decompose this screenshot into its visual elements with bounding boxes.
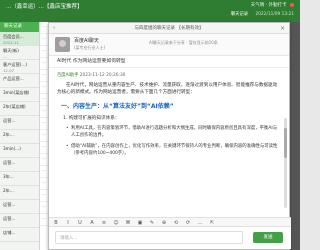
chat-record-modal: ‹ 与四度姐的聊天记录 【长期有效】 × 百度AI聊天 (某专业行业人士) AI…: [48, 22, 291, 250]
chat-subtitle: (某专业行业人士): [74, 45, 106, 50]
modal-title: 与四度姐的聊天记录 【长期有效】: [134, 26, 204, 31]
section-heading: 一、内容生产：从“算法友好”到“AI依赖”: [61, 103, 174, 110]
sidebar-item[interactable]: 百度会员... 2022-11: [0, 32, 39, 46]
toolbar-tool-icon[interactable]: U: [76, 219, 84, 227]
sidebar-item-sub: 2022-11: [3, 40, 19, 45]
toolbar-tool-icon[interactable]: ✎: [148, 219, 156, 227]
list-item: 借助“AI辅助”，在内容创作上，优化写作效率，在关键环节保持人的专业判断，确保内…: [66, 143, 281, 157]
sidebar-item-label: 2年...: [3, 132, 14, 137]
toolbar-tool-icon[interactable]: ⇱: [208, 219, 216, 227]
toolbar-tool-icon[interactable]: ⟳: [184, 219, 192, 227]
send-button[interactable]: 发送: [253, 232, 283, 243]
modal-header: ‹ 与四度姐的聊天记录 【长期有效】 ×: [49, 23, 289, 34]
message-content: 百度AI助手 2023-11-12 20:26:30 在AI时代，网站运营从重内…: [49, 68, 289, 228]
sidebar: 聊天记录 百度会员... 2022-11 聊天(新)... 客户运营(...) 12-0…: [0, 22, 40, 250]
editor-toolbar: B I U A ≡ ☺ ⌘ ▣ ✎ ⊕ ⟲ ⟳ … ⇱: [49, 217, 291, 227]
sidebar-item[interactable]: 运营...: [0, 214, 39, 228]
sidebar-item-label: 2年...: [3, 188, 14, 193]
input-row: 请输入... 发送: [49, 227, 291, 249]
sub-heading: 1. 构建可扩展的知识体系：: [63, 116, 120, 121]
toolbar-tool-icon[interactable]: ⟲: [172, 219, 180, 227]
message-time: 2023-11-12 20:26:30: [79, 73, 126, 78]
toolbar-tool-icon[interactable]: ▣: [136, 219, 144, 227]
sidebar-list: 百度会员... 2022-11 聊天(新)... 客户运营(...) 12-07 产品运营…: [0, 32, 39, 242]
sidebar-item-label: 运营...: [3, 118, 16, 123]
chat-history-link[interactable]: 聊天记录: [231, 11, 248, 17]
toolbar-tool-icon[interactable]: ⌘: [124, 219, 132, 227]
paragraph: 在AI时代，网站运营从重内容生产、技术维护、流量获取，逐渐过渡到以用户体验、智能…: [57, 83, 278, 95]
sidebar-item-label: 产品运营...: [3, 76, 24, 81]
sidebar-item[interactable]: 产品运营...: [0, 74, 39, 88]
sidebar-item-sub: ...: [3, 54, 7, 59]
sidebar-item-label: 百度会员...: [3, 34, 24, 39]
toolbar-tool-icon[interactable]: ☺: [112, 219, 120, 227]
sidebar-item[interactable]: 3年...: [0, 172, 39, 186]
message-input[interactable]: 请输入...: [55, 231, 243, 244]
sidebar-item-label: 运营...: [3, 216, 16, 221]
sidebar-item[interactable]: 运营...: [0, 158, 39, 172]
sidebar-item-label: 运营...: [3, 160, 16, 165]
sidebar-item-label: 聊天(新): [3, 48, 19, 53]
toolbar-tool-icon[interactable]: ⊕: [160, 219, 168, 227]
sidebar-item[interactable]: 2年...: [0, 130, 39, 144]
sidebar-item-label: 3min(某店铺): [3, 90, 30, 95]
status-text: 天气晴 · 外勤打卡: [250, 3, 287, 8]
toolbar-tool-icon[interactable]: ≡: [100, 219, 108, 227]
sidebar-item-label: 3min(...): [3, 146, 21, 151]
scrollbar-thumb[interactable]: [284, 128, 287, 158]
toolbar-tool-icon[interactable]: …: [196, 219, 204, 227]
app-title: ...（鑫幸运）...【鑫店宝推荐】: [6, 4, 83, 10]
chat-hint: AI聊天记录来于分享 · 暂仅显示前10条: [149, 40, 218, 45]
list-item: 利用AI工具，在内容策划环节，借助AI进行选题分析和大纲生成，同时确保内容原创且…: [66, 125, 281, 139]
back-icon[interactable]: ‹: [53, 23, 55, 34]
sidebar-tab[interactable]: 聊天记录: [0, 22, 39, 32]
sidebar-item-label: 运营...: [3, 202, 16, 207]
sidebar-item[interactable]: 聊天(新)...: [0, 46, 39, 60]
subject-line: AI时代 作为网站运营要如何转型: [49, 56, 289, 68]
sidebar-item[interactable]: 客户运营(...) 12-07: [0, 60, 39, 74]
chat-info-bar: 百度AI聊天 (某专业行业人士) AI聊天记录来于分享 · 暂仅显示前10条: [49, 34, 289, 56]
sidebar-item[interactable]: 运营...: [0, 116, 39, 130]
sidebar-item[interactable]: 运营...: [0, 200, 39, 214]
message-author: 百度AI助手: [57, 73, 79, 78]
sidebar-item[interactable]: 3min(某店铺): [0, 88, 39, 102]
toolbar-tool-icon[interactable]: A: [88, 219, 96, 227]
sidebar-item[interactable]: 店铺...: [0, 228, 39, 242]
toolbar-tool-icon[interactable]: I: [64, 219, 72, 227]
sidebar-item-label: 店铺...: [3, 230, 16, 235]
sidebar-item-label: 客户运营(...): [3, 62, 28, 67]
sidebar-item-label: 2年(某店铺): [3, 104, 26, 109]
message-header: 百度AI助手 2023-11-12 20:26:30: [57, 72, 281, 78]
chat-name: 百度AI聊天: [74, 38, 99, 44]
status-area: 天气晴 · 外勤打卡: [251, 2, 294, 8]
sidebar-item[interactable]: 3min(...): [0, 144, 39, 158]
toolbar-tool-icon[interactable]: B: [52, 219, 60, 227]
top-app-bar: ...（鑫幸运）...【鑫店宝推荐】 天气晴 · 外勤打卡 聊天记录 2022/…: [0, 0, 300, 22]
close-icon[interactable]: ×: [280, 23, 285, 34]
notification-dot-icon: [290, 2, 294, 7]
date-display: 2022/11/09 13:21: [255, 12, 294, 17]
sidebar-item-label: 3年...: [3, 174, 14, 179]
sidebar-item-sub: 12-07: [3, 68, 15, 73]
sidebar-item[interactable]: 2年(某店铺): [0, 102, 39, 116]
avatar: [55, 37, 70, 52]
sidebar-item[interactable]: 2年...: [0, 186, 39, 200]
scrollbar[interactable]: [284, 118, 287, 208]
